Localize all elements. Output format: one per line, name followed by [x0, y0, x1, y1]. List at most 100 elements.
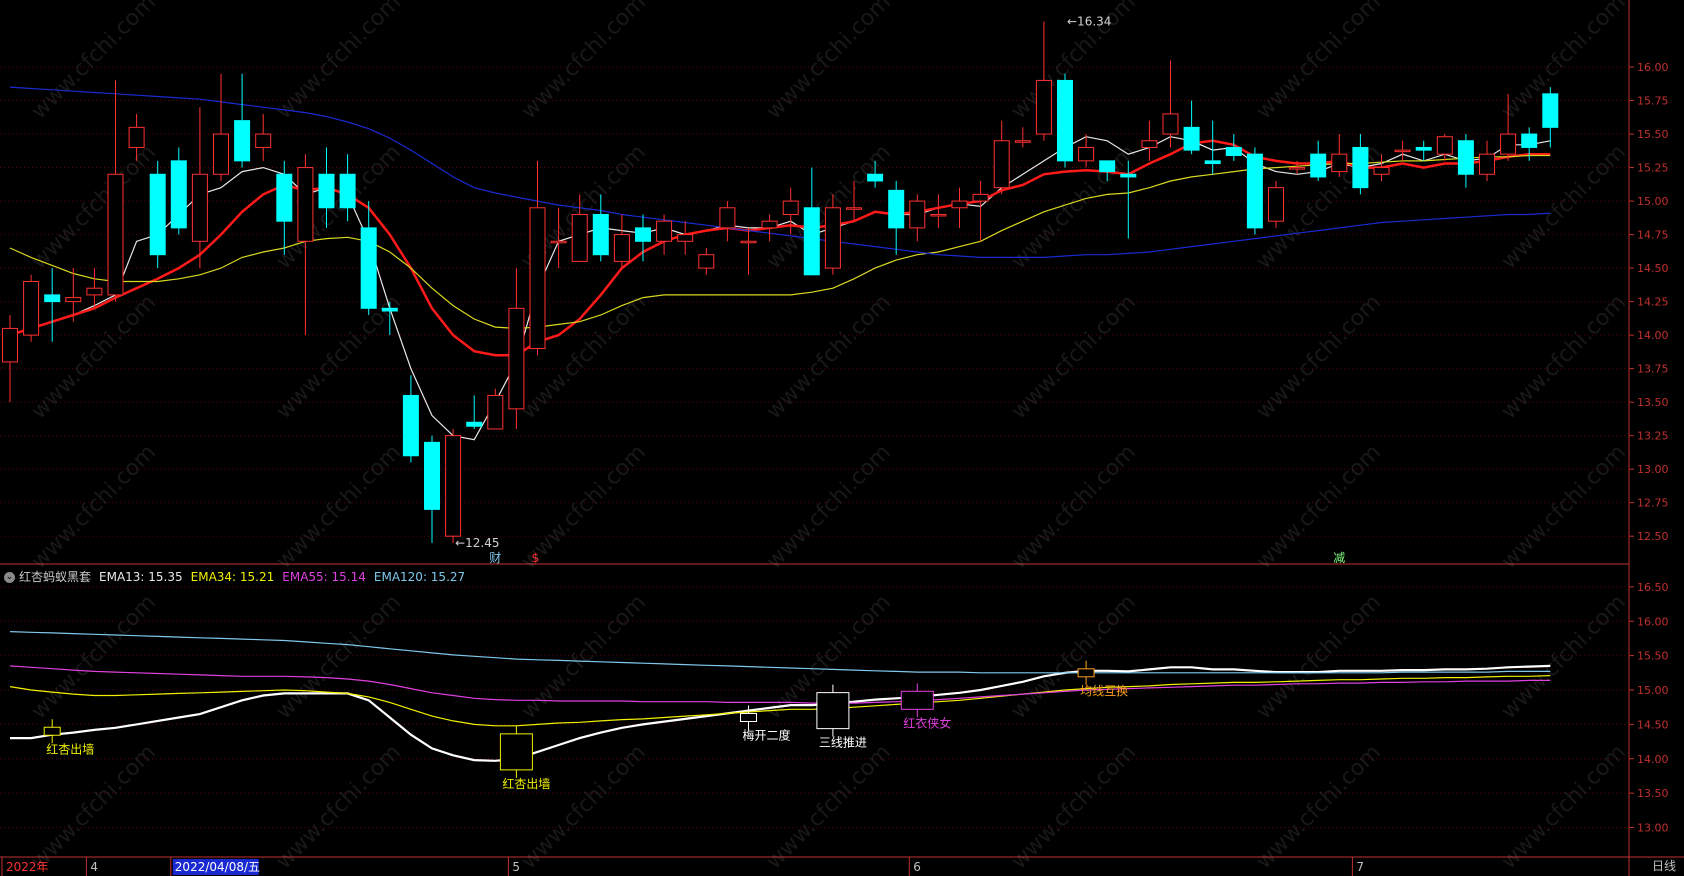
- main-tick-label: 13.25: [1637, 430, 1669, 443]
- candle-body: [128, 126, 145, 148]
- watermark-text: www.cfchi.com: [1497, 290, 1631, 424]
- watermark-text: www.cfchi.com: [27, 140, 161, 274]
- watermark-text: www.cfchi.com: [517, 740, 651, 874]
- candle-body: [993, 140, 1010, 189]
- candle-body: [191, 173, 208, 242]
- indicator-value-ema34: EMA34: 15.21: [190, 570, 275, 584]
- candle-body: [1542, 93, 1559, 128]
- watermark-text: www.cfchi.com: [762, 740, 896, 874]
- indicator-tick-label: 13.00: [1637, 822, 1669, 835]
- candle-body: [803, 207, 820, 276]
- candle-body: [234, 120, 251, 162]
- candle-body: [1057, 79, 1073, 162]
- candle-body: [213, 133, 229, 175]
- candle-body: [550, 240, 567, 244]
- time-label: 4: [90, 860, 98, 874]
- indicator-value-ema120: EMA120: 15.27: [373, 570, 466, 584]
- watermark-text: www.cfchi.com: [1497, 0, 1631, 124]
- event-marker: 财: [489, 551, 501, 565]
- candle-body: [86, 287, 103, 296]
- watermark-text: www.cfchi.com: [1007, 290, 1141, 424]
- candle-body: [339, 173, 356, 209]
- candle-body: [635, 227, 651, 242]
- period-selector[interactable]: 日线: [1652, 857, 1676, 874]
- candle-body: [698, 254, 715, 269]
- watermark-text: www.cfchi.com: [1497, 140, 1631, 274]
- watermark-text: www.cfchi.com: [1007, 590, 1141, 724]
- time-label: 2022年: [6, 860, 49, 874]
- main-tick-label: 13.50: [1637, 396, 1669, 409]
- watermark-text: www.cfchi.com: [1252, 0, 1386, 124]
- candle-body: [1183, 126, 1200, 151]
- indicator-tick-label: 16.00: [1637, 615, 1669, 628]
- candle-body: [782, 200, 799, 215]
- candle-body: [1479, 153, 1495, 175]
- indicator-tick-label: 14.00: [1637, 753, 1669, 766]
- candle-body: [1099, 160, 1116, 173]
- stock-chart[interactable]: 16.00 15.75 15.50 15.25 15.00 14.75 14.50 14.25…: [0, 0, 1684, 876]
- event-marker: 减: [1333, 551, 1345, 565]
- candle-body: [571, 213, 588, 262]
- candle-body: [466, 421, 483, 427]
- candle-body: [677, 234, 694, 242]
- watermark-text: www.cfchi.com: [1252, 590, 1386, 724]
- candle-body: [2, 327, 18, 363]
- indicator-tick-label: 16.50: [1637, 581, 1669, 594]
- candle-body: [1436, 136, 1453, 155]
- indicator-value-ema55: EMA55: 15.14: [282, 570, 366, 584]
- watermark-text: www.cfchi.com: [272, 740, 406, 874]
- watermark-text: www.cfchi.com: [1007, 440, 1141, 574]
- candle-body: [1078, 146, 1095, 162]
- candle-body: [149, 173, 166, 256]
- signal-box: [43, 726, 61, 736]
- candle-body: [1457, 140, 1474, 175]
- main-tick-label: 15.50: [1637, 128, 1669, 141]
- watermark-text: www.cfchi.com: [1497, 740, 1631, 874]
- watermark-text: www.cfchi.com: [1007, 740, 1141, 874]
- watermark-text: www.cfchi.com: [517, 0, 651, 124]
- candle-body: [529, 207, 546, 350]
- watermark-text: www.cfchi.com: [1252, 440, 1386, 574]
- price-annotation: ←16.34: [1067, 14, 1111, 28]
- candle-body: [1500, 133, 1517, 155]
- candle-body: [1331, 153, 1348, 173]
- candle-body: [1141, 140, 1158, 148]
- signal-box: [900, 690, 934, 710]
- candle-body: [846, 207, 862, 210]
- signal-label: 均线互换: [1080, 684, 1128, 698]
- watermark-text: www.cfchi.com: [1497, 590, 1631, 724]
- candle-body: [297, 167, 314, 242]
- indicator-header: ⌄ 红杏蚂蚁黑套 EMA13: 15.35 EMA34: 15.21 EMA55: 15…: [4, 569, 473, 585]
- candle-body: [592, 213, 609, 256]
- candle-body: [1352, 146, 1369, 189]
- indicator-name: 红杏蚂蚁黑套: [19, 570, 92, 584]
- watermark-text: www.cfchi.com: [27, 590, 161, 724]
- candle-body: [761, 220, 778, 229]
- candle-body: [1014, 140, 1031, 143]
- candle-body: [867, 173, 884, 182]
- candle-body: [1521, 133, 1538, 148]
- candle-body: [107, 173, 124, 296]
- candle-body: [824, 207, 841, 269]
- candle-body: [170, 160, 187, 229]
- candle-body: [65, 297, 82, 303]
- candle-body: [381, 307, 398, 312]
- indicator-toggle-icon[interactable]: ⌄: [4, 572, 15, 583]
- main-tick-label: 14.50: [1637, 262, 1669, 275]
- indicator-tick-label: 14.50: [1637, 718, 1669, 731]
- signal-box: [499, 733, 533, 771]
- candle-body: [719, 207, 736, 229]
- candle-body: [276, 173, 293, 222]
- main-tick-label: 16.00: [1637, 61, 1669, 74]
- main-tick-label: 14.75: [1637, 229, 1669, 242]
- time-label: 7: [1356, 860, 1364, 874]
- candle-body: [1120, 173, 1137, 178]
- watermark-text: www.cfchi.com: [762, 290, 896, 424]
- indicator-tick-label: 15.00: [1637, 684, 1669, 697]
- main-tick-label: 15.25: [1637, 162, 1669, 175]
- candle-body: [1162, 113, 1179, 135]
- main-tick-label: 15.75: [1637, 95, 1669, 108]
- main-tick-label: 13.00: [1637, 463, 1669, 476]
- candle-body: [656, 220, 673, 242]
- watermark-text: www.cfchi.com: [272, 590, 406, 724]
